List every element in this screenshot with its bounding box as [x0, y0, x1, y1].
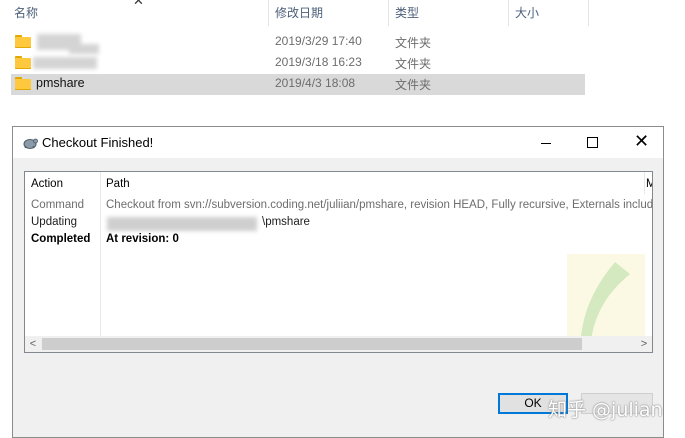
watermark-text: 知乎 @julian: [548, 399, 663, 421]
maximize-icon: [587, 137, 598, 148]
file-type: 文件夹: [395, 57, 432, 71]
file-modified-date: 2019/4/3 18:08: [275, 76, 356, 90]
column-divider[interactable]: [268, 0, 269, 26]
horizontal-scrollbar[interactable]: < >: [25, 336, 652, 352]
file-type: 文件夹: [395, 78, 432, 92]
log-action: Completed: [31, 233, 91, 245]
log-path: At revision: 0: [106, 233, 179, 245]
column-header-path[interactable]: Path: [106, 174, 130, 194]
file-modified-date: 2019/3/18 16:23: [275, 55, 362, 69]
column-divider[interactable]: [100, 172, 101, 338]
close-button[interactable]: ✕: [617, 127, 663, 158]
file-explorer-list: 名称 ✕ 修改日期 类型 大小 2019/3/29 17:40 文件夹 2019…: [0, 0, 685, 100]
redacted-name: [33, 57, 97, 69]
log-action: Command: [31, 199, 85, 211]
tortoisesvn-icon: [23, 138, 38, 149]
scroll-left-button[interactable]: <: [25, 336, 41, 352]
column-divider[interactable]: [588, 0, 589, 26]
folder-icon: [15, 77, 31, 90]
close-icon: ✕: [133, 0, 144, 8]
minimize-button[interactable]: [523, 127, 569, 158]
maximize-button[interactable]: [569, 127, 615, 158]
column-header-size[interactable]: 大小: [515, 0, 539, 26]
checkout-finished-dialog: Checkout Finished! ✕ Action Path M Comma…: [12, 126, 664, 438]
file-row[interactable]: 2019/3/29 17:40 文件夹: [11, 32, 585, 54]
file-row[interactable]: 2019/3/18 16:23 文件夹: [11, 53, 585, 74]
folder-icon: [15, 56, 31, 69]
dialog-titlebar[interactable]: Checkout Finished! ✕: [13, 127, 663, 158]
folder-icon: [15, 35, 31, 48]
file-type: 文件夹: [395, 36, 432, 50]
log-action: Updating: [31, 216, 78, 228]
column-header-date[interactable]: 修改日期: [275, 0, 323, 26]
column-header-action[interactable]: Action: [31, 174, 63, 194]
column-divider[interactable]: [388, 0, 389, 26]
file-name: pmshare: [36, 76, 85, 90]
scrollbar-thumb[interactable]: [42, 338, 582, 350]
column-divider[interactable]: [508, 0, 509, 26]
file-modified-date: 2019/3/29 17:40: [275, 34, 362, 48]
column-divider[interactable]: [644, 172, 645, 194]
log-path: \pmshare: [262, 216, 310, 228]
file-row-selected[interactable]: pmshare 2019/4/3 18:08 文件夹: [11, 74, 585, 95]
minimize-icon: [541, 143, 551, 144]
column-header-name[interactable]: 名称: [14, 0, 38, 26]
close-icon: ✕: [634, 131, 650, 151]
checkout-log-list[interactable]: Action Path M Command Checkout from svn:…: [24, 171, 653, 353]
scroll-right-button[interactable]: >: [636, 336, 652, 352]
log-path: Checkout from svn://subversion.coding.ne…: [106, 199, 653, 211]
dialog-title: Checkout Finished!: [42, 135, 154, 150]
column-header-extra[interactable]: M: [646, 174, 652, 194]
redacted-path: [107, 217, 257, 231]
column-header-type[interactable]: 类型: [395, 0, 419, 26]
